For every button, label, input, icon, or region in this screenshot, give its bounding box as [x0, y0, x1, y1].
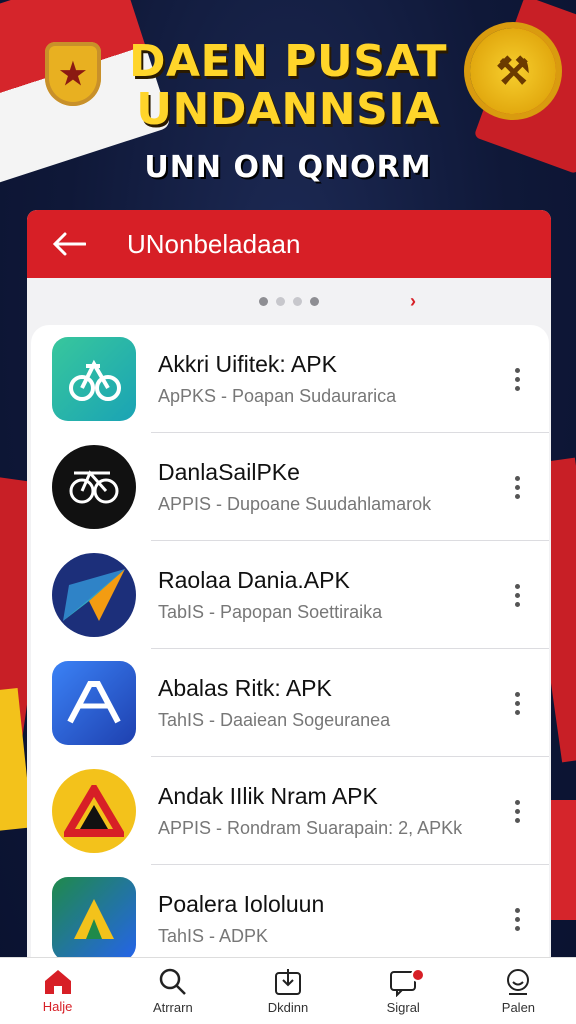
app-name: Andak IIlik Nram APK — [158, 783, 378, 809]
nav-label: Palen — [501, 1000, 536, 1015]
bike-icon — [52, 337, 136, 421]
app-description: TabIS - Papopan Soettiraika — [158, 602, 383, 622]
app-name: Poalera Iololuun — [158, 891, 325, 917]
nav-label: Sigral — [386, 1000, 420, 1015]
list-item[interactable]: Abalas Ritk: APK TahIS - Daaiean Sogeura… — [31, 649, 549, 757]
nav-label: Halje — [42, 999, 73, 1014]
nav-notifications[interactable]: Sigral — [346, 958, 461, 1024]
triangle-logo-icon — [52, 769, 136, 853]
profile-icon — [507, 969, 530, 995]
list-item[interactable]: Poalera Iololuun TahIS - ADPK — [31, 865, 549, 970]
app-list: Akkri Uifitek: APK ApPKS - Poapan Sudaur… — [31, 325, 549, 970]
app-name: Abalas Ritk: APK — [158, 675, 332, 701]
nav-label: Dkdinn — [267, 1000, 309, 1015]
app-name: Raolaa Dania.APK — [158, 567, 350, 593]
bicycle-icon — [52, 445, 136, 529]
app-description: TahIS - Daaiean Sogeuranea — [158, 710, 391, 730]
nav-search[interactable]: Atrrarn — [115, 958, 230, 1024]
list-item[interactable]: DanlaSailPKe APPIS - Dupoane Suudahlamar… — [31, 433, 549, 541]
nav-profile[interactable]: Palen — [461, 958, 576, 1024]
carousel-indicator: › — [27, 278, 551, 324]
more-options-icon[interactable] — [497, 673, 537, 733]
list-item[interactable]: Akkri Uifitek: APK ApPKS - Poapan Sudaur… — [31, 325, 549, 433]
list-item[interactable]: Andak IIlik Nram APK APPIS - Rondram Sua… — [31, 757, 549, 865]
nav-home[interactable]: Halje — [0, 958, 115, 1024]
banner-subtitle: UNN ON QNORM — [144, 150, 432, 185]
app-description: TahIS - ADPK — [158, 926, 269, 946]
arrow-left-icon — [52, 232, 86, 256]
ribbon-decoration — [549, 800, 576, 920]
a-letter-icon — [52, 661, 136, 745]
nav-label: Atrrarn — [152, 1000, 193, 1015]
search-icon — [159, 968, 186, 995]
carousel-dot[interactable] — [276, 296, 285, 306]
bottom-navigation: Halje Atrrarn Dkdinn Sigral Palen — [0, 957, 576, 1024]
list-item[interactable]: Raolaa Dania.APK TabIS - Papopan Soettir… — [31, 541, 549, 649]
more-options-icon[interactable] — [497, 457, 537, 517]
more-options-icon[interactable] — [497, 889, 537, 949]
app-description: APPIS - Rondram Suarapain: 2, APKk — [158, 818, 463, 838]
more-options-icon[interactable] — [497, 349, 537, 409]
arrow-logo-icon — [52, 877, 136, 961]
app-panel: UNonbeladaan › Akkri Uifitek: APK ApPKS … — [27, 210, 551, 970]
app-description: APPIS - Dupoane Suudahlamarok — [158, 494, 432, 514]
app-bar: UNonbeladaan — [27, 210, 551, 278]
app-description: ApPKS - Poapan Sudaurarica — [158, 386, 397, 406]
banner-title: DAEN PUSAT UNDANNSIA — [0, 38, 576, 134]
home-icon — [44, 970, 71, 994]
chevron-right-icon[interactable]: › — [410, 291, 416, 312]
nav-downloads[interactable]: Dkdinn — [230, 958, 345, 1024]
download-icon — [275, 969, 301, 995]
page-title: UNonbeladaan — [127, 228, 301, 259]
more-options-icon[interactable] — [497, 565, 537, 625]
carousel-dot[interactable] — [310, 296, 319, 306]
banner-title-line2: UNDANNSIA — [136, 84, 440, 135]
notification-badge — [410, 968, 425, 982]
carousel-dot[interactable] — [259, 296, 268, 306]
carousel-dot[interactable] — [293, 296, 302, 306]
more-options-icon[interactable] — [497, 781, 537, 841]
back-button[interactable] — [39, 210, 99, 278]
app-name: Akkri Uifitek: APK — [158, 351, 337, 377]
paper-plane-icon — [52, 553, 136, 637]
app-name: DanlaSailPKe — [158, 459, 300, 485]
banner-title-line1: DAEN PUSAT — [128, 36, 448, 87]
